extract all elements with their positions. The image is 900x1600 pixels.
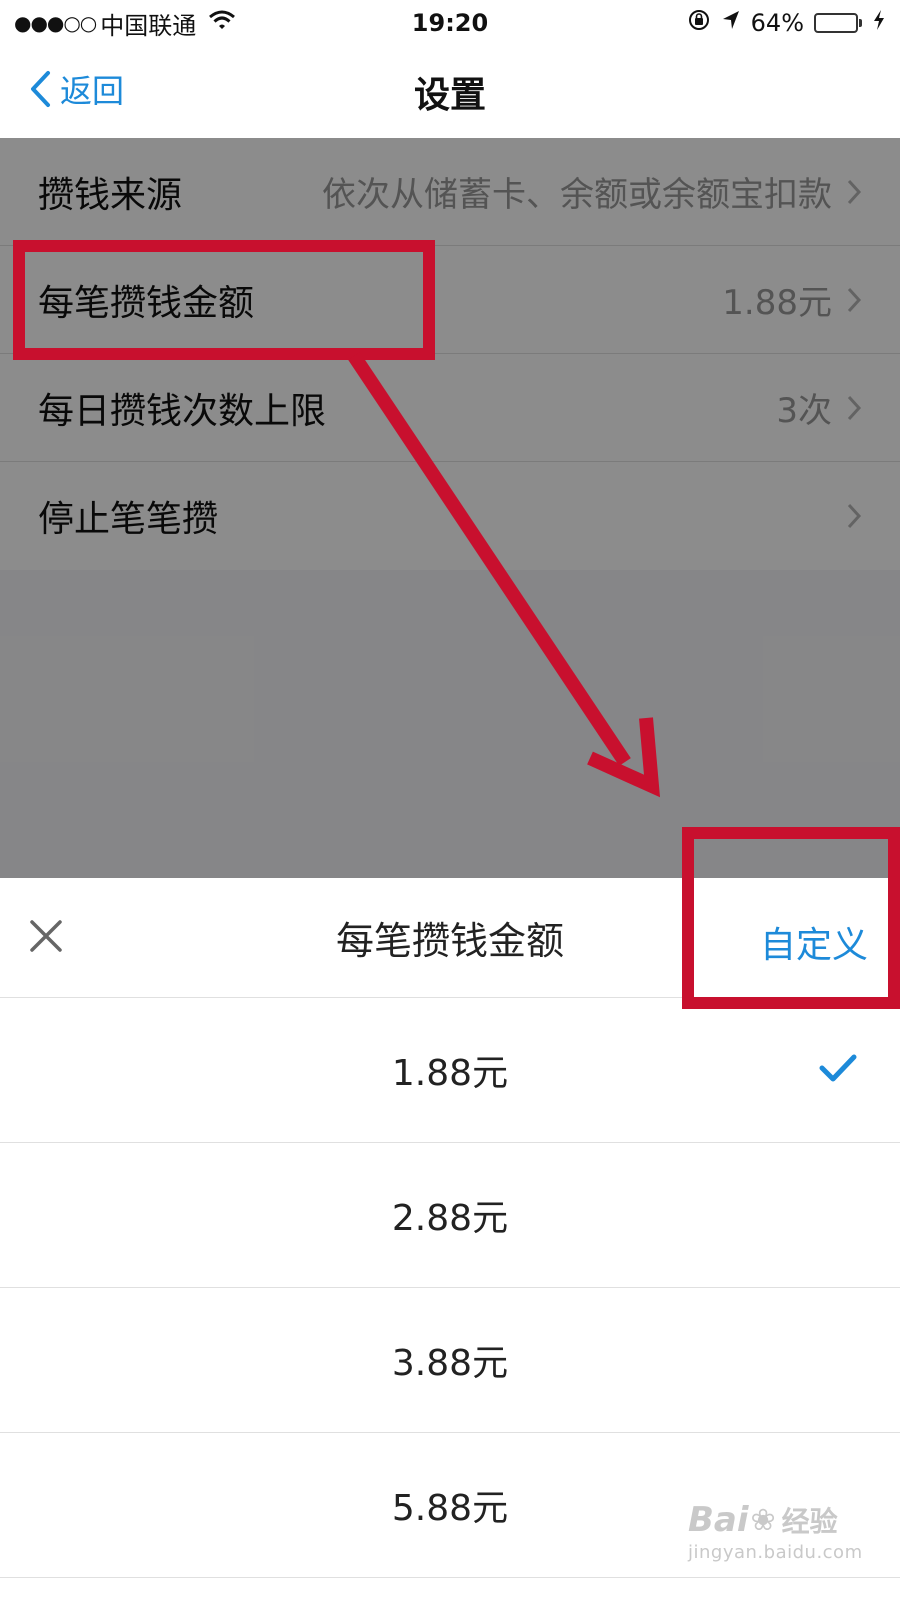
battery-body: [814, 13, 858, 33]
paw-icon: ❀: [750, 1502, 776, 1538]
amount-option-1-88[interactable]: 1.88元: [0, 998, 900, 1143]
option-label: 2.88元: [391, 1198, 509, 1239]
option-label: 1.88元: [391, 1053, 509, 1094]
custom-amount-button[interactable]: 自定义: [760, 916, 868, 968]
charging-bolt-icon: [872, 9, 886, 37]
close-icon: [30, 920, 62, 952]
nav-bar: 返回 设置: [0, 46, 900, 138]
option-label: 5.88元: [391, 1488, 509, 1529]
close-button[interactable]: [26, 916, 66, 956]
watermark-logo-left: Bai: [688, 1500, 749, 1540]
location-arrow-icon: [721, 9, 741, 37]
watermark-logo-right: 经验: [781, 1505, 838, 1538]
modal-overlay[interactable]: [0, 138, 900, 878]
amount-picker-sheet: 每笔攒钱金额 自定义 1.88元 2.88元 3.88元 5.88元: [0, 878, 900, 1600]
status-right: 64%: [687, 8, 886, 38]
status-left: ●●●○○ 中国联通: [14, 6, 236, 41]
battery-tip: [859, 19, 862, 27]
status-bar: ●●●○○ 中国联通 19:20 64%: [0, 0, 900, 46]
signal-strength-icon: ●●●○○: [14, 11, 97, 35]
sheet-title: 每笔攒钱金额: [335, 919, 564, 963]
amount-option-3-88[interactable]: 3.88元: [0, 1288, 900, 1433]
amount-option-2-88[interactable]: 2.88元: [0, 1143, 900, 1288]
option-label: 3.88元: [391, 1343, 509, 1384]
watermark-url: jingyan.baidu.com: [688, 1542, 863, 1563]
wifi-icon: [208, 9, 236, 37]
page-title: 设置: [413, 75, 486, 116]
battery-percent: 64%: [750, 9, 804, 37]
watermark-logo: Bai ❀ 经验: [688, 1500, 888, 1540]
sheet-header: 每笔攒钱金额 自定义: [0, 878, 900, 998]
checkmark-icon: [818, 1052, 858, 1093]
rotation-lock-icon: [687, 8, 711, 38]
carrier-name: 中国联通: [100, 11, 197, 40]
back-label: 返回: [60, 72, 125, 110]
battery-icon: [814, 13, 862, 33]
back-button[interactable]: 返回: [28, 66, 124, 112]
chevron-left-icon: [31, 71, 50, 107]
baidu-watermark: Bai ❀ 经验 jingyan.baidu.com: [688, 1500, 888, 1563]
